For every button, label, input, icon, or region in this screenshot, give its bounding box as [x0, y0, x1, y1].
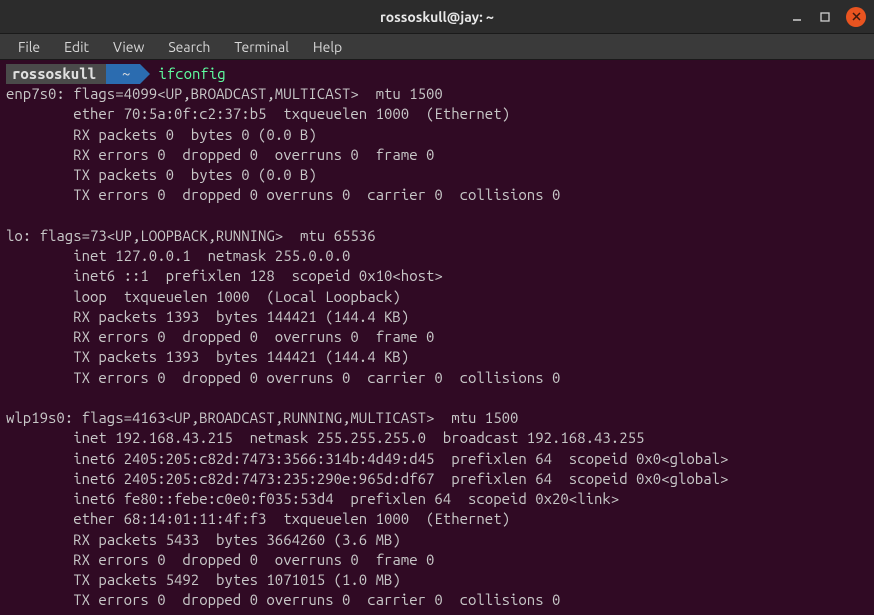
- output-line: TX errors 0 dropped 0 overruns 0 carrier…: [6, 185, 868, 205]
- prompt-dir: ~: [106, 64, 140, 84]
- menu-search[interactable]: Search: [158, 37, 220, 57]
- output-line: wlp19s0: flags=4163<UP,BROADCAST,RUNNING…: [6, 408, 868, 428]
- output-line: RX errors 0 dropped 0 overruns 0 frame 0: [6, 550, 868, 570]
- output-line: ether 70:5a:0f:c2:37:b5 txqueuelen 1000 …: [6, 104, 868, 124]
- output-line: TX packets 5492 bytes 1071015 (1.0 MB): [6, 570, 868, 590]
- output-line: TX errors 0 dropped 0 overruns 0 carrier…: [6, 368, 868, 388]
- output-line: inet6 ::1 prefixlen 128 scopeid 0x10<hos…: [6, 266, 868, 286]
- command-text: ifconfig: [140, 64, 225, 84]
- output-line: RX errors 0 dropped 0 overruns 0 frame 0: [6, 145, 868, 165]
- output-line: ether 68:14:01:11:4f:f3 txqueuelen 1000 …: [6, 509, 868, 529]
- prompt-user: rossoskull: [6, 64, 106, 84]
- output-line: inet 127.0.0.1 netmask 255.0.0.0: [6, 246, 868, 266]
- terminal-area[interactable]: rossoskull ~ ifconfig enp7s0: flags=4099…: [0, 60, 874, 615]
- output-line: RX packets 5433 bytes 3664260 (3.6 MB): [6, 530, 868, 550]
- output-line: inet6 2405:205:c82d:7473:235:290e:965d:d…: [6, 469, 868, 489]
- output-line: TX errors 0 dropped 0 overruns 0 carrier…: [6, 590, 868, 610]
- window-title: rossoskull@jay: ~: [380, 9, 494, 25]
- output-line: [6, 388, 868, 408]
- menu-view[interactable]: View: [103, 37, 154, 57]
- output-line: RX errors 0 dropped 0 overruns 0 frame 0: [6, 327, 868, 347]
- output-line: inet6 fe80::febe:c0e0:f035:53d4 prefixle…: [6, 489, 868, 509]
- output-line: enp7s0: flags=4099<UP,BROADCAST,MULTICAS…: [6, 84, 868, 104]
- output-line: TX packets 0 bytes 0 (0.0 B): [6, 165, 868, 185]
- menu-help[interactable]: Help: [303, 37, 352, 57]
- output-line: TX packets 1393 bytes 144421 (144.4 KB): [6, 347, 868, 367]
- menu-file[interactable]: File: [8, 37, 50, 57]
- output-line: loop txqueuelen 1000 (Local Loopback): [6, 287, 868, 307]
- menu-edit[interactable]: Edit: [54, 37, 99, 57]
- output-line: [6, 206, 868, 226]
- window-controls: [790, 7, 866, 27]
- output-line: RX packets 0 bytes 0 (0.0 B): [6, 125, 868, 145]
- maximize-icon[interactable]: [818, 10, 832, 24]
- titlebar: rossoskull@jay: ~: [0, 0, 874, 34]
- output-line: [6, 611, 868, 615]
- close-icon[interactable]: [846, 7, 866, 27]
- prompt-line: rossoskull ~ ifconfig: [6, 64, 868, 84]
- minimize-icon[interactable]: [790, 10, 804, 24]
- output-line: lo: flags=73<UP,LOOPBACK,RUNNING> mtu 65…: [6, 226, 868, 246]
- output-line: RX packets 1393 bytes 144421 (144.4 KB): [6, 307, 868, 327]
- output-line: inet 192.168.43.215 netmask 255.255.255.…: [6, 428, 868, 448]
- menu-terminal[interactable]: Terminal: [224, 37, 299, 57]
- output-line: inet6 2405:205:c82d:7473:3566:314b:4d49:…: [6, 449, 868, 469]
- menubar: File Edit View Search Terminal Help: [0, 34, 874, 60]
